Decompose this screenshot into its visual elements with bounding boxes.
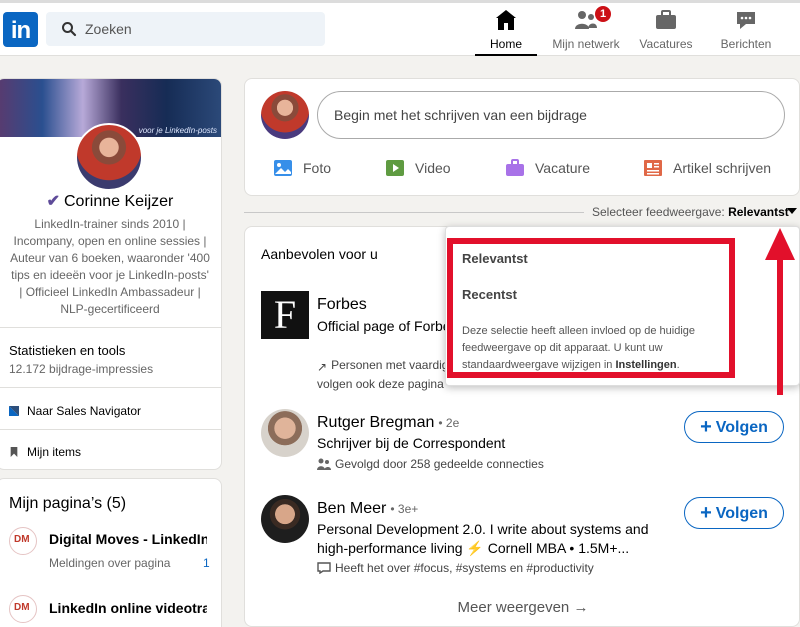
my-items-label: Mijn items bbox=[27, 445, 82, 459]
bookmark-icon bbox=[10, 447, 18, 457]
recommendation-meta-text: Heeft het over #focus, #systems en #prod… bbox=[335, 561, 594, 575]
verified-check-icon: ✔ bbox=[46, 193, 60, 210]
profile-card: voor je LinkedIn-posts ✔ Corinne Keijzer … bbox=[0, 78, 222, 470]
video-icon bbox=[386, 160, 404, 176]
recommendation-meta: Gevolgd door 258 gedeelde connecties bbox=[317, 457, 544, 471]
feed-sort-value: Relevantst bbox=[728, 205, 789, 219]
sales-navigator-label: Naar Sales Navigator bbox=[27, 404, 142, 418]
nav-network[interactable]: 1 Mijn netwerk bbox=[550, 6, 622, 54]
nav-jobs[interactable]: Vacatures bbox=[636, 8, 696, 54]
article-label: Artikel schrijven bbox=[673, 160, 772, 176]
trending-icon: ↗ bbox=[317, 360, 328, 374]
divider bbox=[0, 429, 221, 430]
feed-divider bbox=[244, 212, 584, 213]
page-logo[interactable] bbox=[9, 527, 37, 555]
recommendation-meta: ↗ Personen met vaardig volgen ook deze pa… bbox=[317, 357, 457, 393]
user-avatar[interactable] bbox=[261, 91, 309, 139]
recommendation-meta-text: Gevolgd door 258 gedeelde connecties bbox=[335, 457, 544, 471]
video-label: Video bbox=[415, 160, 451, 176]
page-notifications-label[interactable]: Meldingen over pagina bbox=[49, 556, 170, 570]
recommendations-title: Aanbevolen voor u bbox=[261, 246, 378, 262]
job-button[interactable]: Vacature bbox=[505, 153, 590, 183]
recommendation-name: Rutger Bregman bbox=[317, 414, 435, 431]
show-more-link[interactable]: Meer weergeven → bbox=[245, 599, 799, 616]
my-pages-card: Mijn pagina’s (5) Digital Moves - Linked… bbox=[0, 478, 222, 627]
my-items-link[interactable]: Mijn items bbox=[9, 445, 81, 459]
sales-navigator-icon bbox=[9, 406, 19, 416]
plus-icon: + bbox=[700, 502, 712, 524]
search-bar[interactable] bbox=[46, 12, 325, 46]
home-icon bbox=[496, 10, 516, 30]
recommendation-name[interactable]: Forbes bbox=[317, 296, 367, 314]
top-navigation: in Home 1 Mijn netwerk Vacatures Bericht… bbox=[0, 0, 800, 56]
follow-label: Volgen bbox=[715, 419, 768, 436]
briefcase-icon bbox=[506, 159, 524, 176]
article-icon bbox=[644, 160, 662, 176]
page-logo[interactable] bbox=[9, 595, 37, 623]
messaging-icon bbox=[737, 12, 755, 29]
profile-name: Corinne Keijzer bbox=[64, 193, 174, 210]
recommendation-meta: Heeft het over #focus, #systems en #prod… bbox=[317, 561, 594, 575]
connection-degree: • 3e+ bbox=[390, 502, 419, 516]
annotation-arrow-shaft bbox=[777, 255, 783, 395]
caret-down-icon[interactable] bbox=[787, 208, 797, 214]
follow-button[interactable]: + Volgen bbox=[684, 497, 784, 529]
page-name[interactable]: Digital Moves - LinkedIn bbox=[49, 531, 207, 547]
photo-label: Foto bbox=[303, 160, 332, 176]
page-name[interactable]: LinkedIn online videotraining bbox=[49, 600, 207, 616]
start-post-button[interactable]: Begin met het schrijven van een bijdrage bbox=[317, 91, 785, 139]
cover-tagline: voor je LinkedIn-posts bbox=[138, 126, 217, 135]
plus-icon: + bbox=[700, 416, 712, 438]
recommendation-description: Personal Development 2.0. I write about … bbox=[317, 521, 649, 556]
nav-messaging-label: Berichten bbox=[720, 37, 772, 51]
recommendation-name-row[interactable]: Rutger Bregman • 2e bbox=[317, 414, 459, 432]
share-box: Begin met het schrijven van een bijdrage… bbox=[244, 78, 800, 196]
follow-button[interactable]: + Volgen bbox=[684, 411, 784, 443]
person-avatar[interactable] bbox=[261, 409, 309, 457]
photo-button[interactable]: Foto bbox=[273, 153, 331, 183]
feed-sort-selector[interactable]: Selecteer feedweergave: Relevantst bbox=[592, 205, 789, 219]
briefcase-icon bbox=[656, 10, 676, 29]
nav-network-label: Mijn netwerk bbox=[552, 37, 620, 51]
nav-messaging[interactable]: Berichten bbox=[716, 8, 776, 54]
notification-badge: 1 bbox=[595, 6, 611, 22]
profile-avatar[interactable] bbox=[75, 123, 143, 191]
person-avatar[interactable] bbox=[261, 495, 309, 543]
connection-degree: • 2e bbox=[438, 416, 460, 430]
video-button[interactable]: Video bbox=[385, 153, 451, 183]
annotation-highlight-box bbox=[447, 238, 735, 378]
annotation-arrow-icon bbox=[765, 228, 795, 260]
nav-jobs-label: Vacatures bbox=[639, 37, 693, 51]
recommendation-name: Ben Meer bbox=[317, 500, 387, 517]
profile-headline: LinkedIn-trainer sinds 2010 | Incompany,… bbox=[10, 217, 210, 316]
linkedin-logo[interactable]: in bbox=[3, 12, 38, 47]
job-label: Vacature bbox=[535, 160, 590, 176]
nav-home-label: Home bbox=[489, 37, 522, 51]
connections-icon bbox=[317, 458, 331, 470]
forbes-logo[interactable]: F bbox=[261, 291, 309, 339]
feed-sort-label: Selecteer feedweergave: bbox=[592, 205, 725, 219]
recommendation-description: Schrijver bij de Correspondent bbox=[317, 435, 506, 451]
my-pages-title[interactable]: Mijn pagina’s (5) bbox=[9, 495, 126, 513]
search-input[interactable] bbox=[85, 12, 315, 46]
follow-label: Volgen bbox=[715, 505, 768, 522]
recommendation-name-row[interactable]: Ben Meer • 3e+ bbox=[317, 500, 418, 518]
search-icon bbox=[62, 22, 77, 37]
comment-icon bbox=[317, 562, 331, 574]
profile-name-row[interactable]: ✔ Corinne Keijzer bbox=[0, 191, 221, 211]
photo-icon bbox=[274, 160, 292, 176]
recommendation-meta-text: Personen met vaardig volgen ook deze pag… bbox=[317, 358, 449, 391]
write-article-button[interactable]: Artikel schrijven bbox=[643, 153, 771, 183]
divider bbox=[0, 327, 221, 328]
page-notification-count: 1 bbox=[203, 556, 210, 570]
stats-title[interactable]: Statistieken en tools bbox=[9, 343, 125, 358]
impressions-count[interactable]: 12.172 bijdrage-impressies bbox=[9, 362, 153, 376]
divider bbox=[0, 387, 221, 388]
sales-navigator-link[interactable]: Naar Sales Navigator bbox=[9, 404, 141, 418]
nav-home[interactable]: Home bbox=[475, 8, 537, 56]
